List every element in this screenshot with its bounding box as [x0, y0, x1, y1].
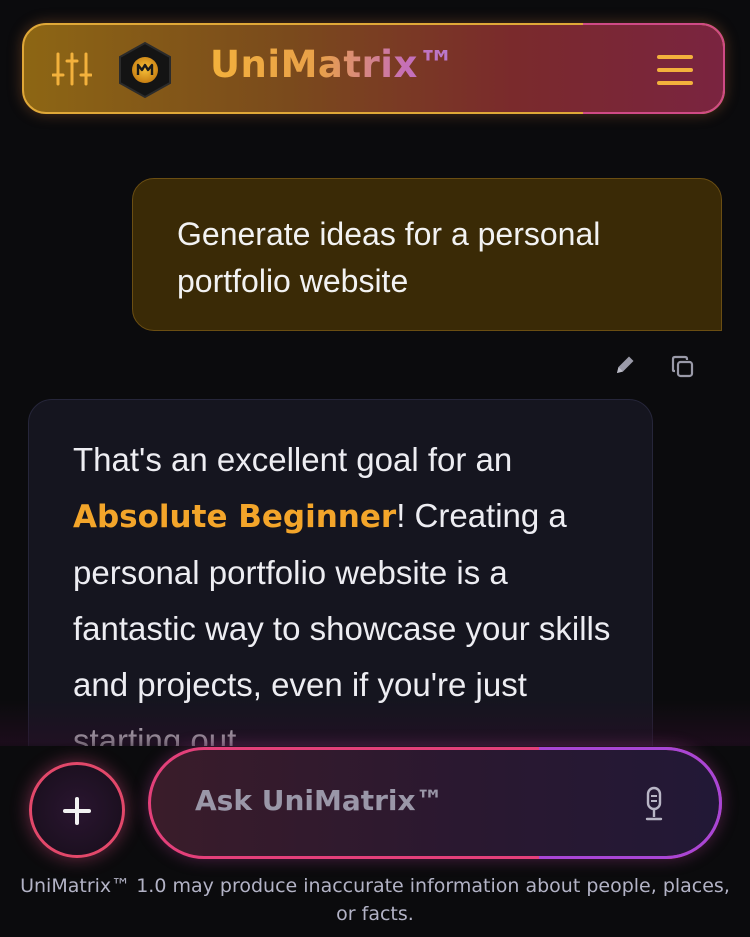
- hamburger-menu-icon[interactable]: [657, 55, 695, 85]
- unimatrix-logo: [116, 41, 174, 99]
- edit-icon[interactable]: [612, 352, 638, 378]
- plus-icon[interactable]: [29, 762, 125, 858]
- assistant-text-intro: That's an excellent goal for an: [73, 441, 513, 478]
- disclaimer-text: UniMatrix™ 1.0 may produce inaccurate in…: [20, 875, 730, 925]
- chat-screen: UniMatrix™ Generate ideas for a personal…: [0, 0, 750, 937]
- brand-title: UniMatrix™: [210, 43, 456, 86]
- user-message-text: Generate ideas for a personal portfolio …: [177, 216, 601, 299]
- app-header: UniMatrix™: [22, 23, 725, 114]
- ask-input[interactable]: Ask UniMatrix™: [148, 747, 722, 859]
- ask-input-placeholder: Ask UniMatrix™: [195, 784, 444, 817]
- copy-icon[interactable]: [670, 354, 696, 380]
- message-actions: [612, 352, 702, 380]
- user-message-bubble: Generate ideas for a personal portfolio …: [132, 178, 722, 331]
- microphone-icon[interactable]: [641, 786, 667, 824]
- assistant-text-highlight: Absolute Beginner: [73, 499, 397, 535]
- sliders-icon[interactable]: [51, 51, 93, 87]
